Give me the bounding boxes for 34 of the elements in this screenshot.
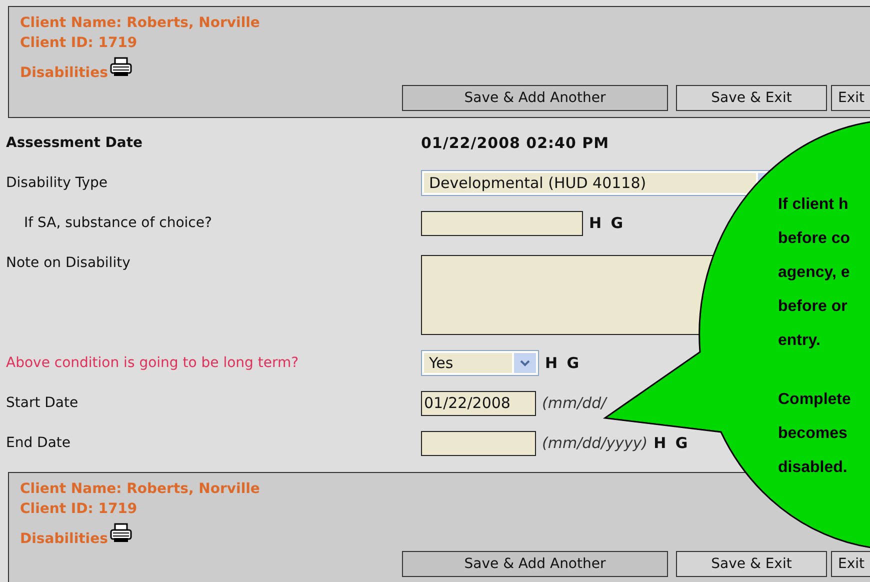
chevron-down-icon[interactable] <box>520 359 530 367</box>
client-name: Client Name: Roberts, Norville <box>20 480 260 499</box>
action-button[interactable]: Exit <box>831 85 870 111</box>
date-format-hint: (mm/dd/ <box>542 394 606 412</box>
text-field[interactable] <box>421 210 583 236</box>
field-label: Assessment Date <box>6 135 143 151</box>
hg-marker: H G <box>545 354 582 372</box>
client-id: Client ID: 1719 <box>20 500 138 519</box>
field-label: Note on Disability <box>6 255 130 271</box>
printer-icon[interactable] <box>110 523 132 543</box>
field-label: Above condition is going to be long term? <box>6 355 299 371</box>
date-field[interactable]: 01/22/2008 <box>421 390 536 416</box>
action-button[interactable]: Save & Add Another <box>402 551 668 577</box>
action-button[interactable]: Save & Exit <box>676 85 827 111</box>
dropdown[interactable]: Yes <box>421 350 539 376</box>
field-label: End Date <box>6 435 71 451</box>
field-label: If SA, substance of choice? <box>23 215 212 231</box>
hg-marker: H G <box>589 214 626 232</box>
date-format-hint: (mm/dd/yyyy) <box>542 434 648 452</box>
date-field[interactable] <box>421 430 536 456</box>
section-title: Disabilities <box>20 64 108 83</box>
action-button[interactable]: Save & Add Another <box>402 85 668 111</box>
callout-text: If client h before co agency, e before or entry. <box>778 195 851 351</box>
action-button[interactable]: Save & Exit <box>676 551 827 577</box>
client-name: Client Name: Roberts, Norville <box>20 14 260 33</box>
hg-marker: H G <box>654 434 690 452</box>
client-id: Client ID: 1719 <box>20 34 138 53</box>
printer-icon[interactable] <box>110 57 132 77</box>
field-label: Start Date <box>6 395 78 411</box>
action-button[interactable]: Exit <box>831 551 870 577</box>
callout-text: Complete becomes disabled. <box>778 390 851 478</box>
assessment-date-value: 01/22/2008 02:40 PM <box>421 134 610 152</box>
field-label: Disability Type <box>6 175 108 191</box>
section-title: Disabilities <box>20 530 108 549</box>
